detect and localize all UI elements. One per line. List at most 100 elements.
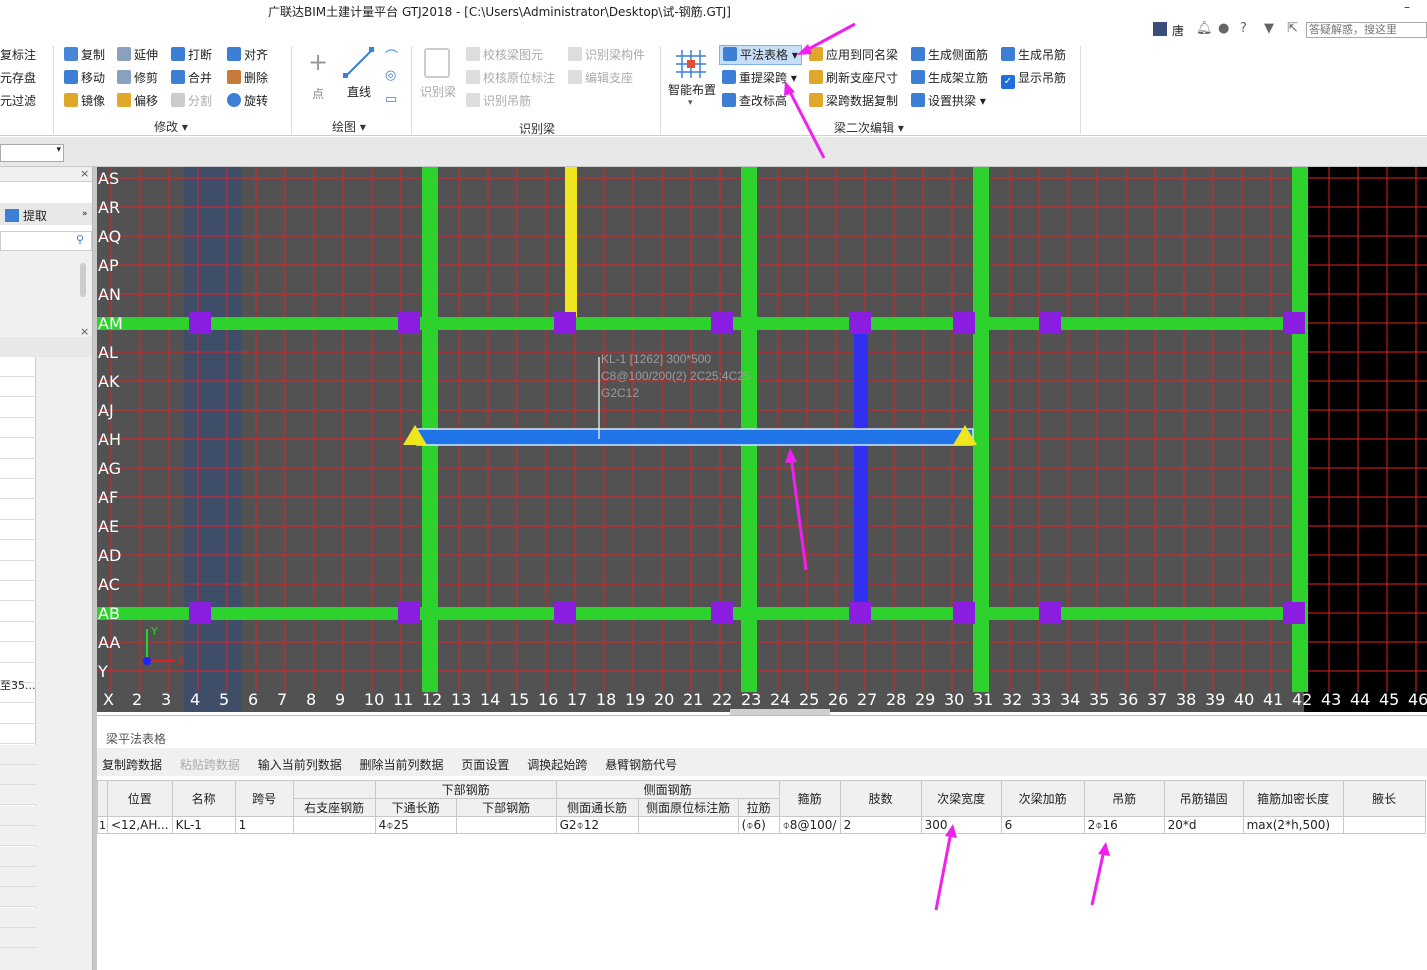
group-label-beam-edit[interactable]: 梁二次编辑 ▾ [834,119,904,136]
property-row[interactable] [0,479,36,500]
property-row[interactable] [0,581,36,602]
user-name[interactable]: 唐 [1172,22,1184,39]
property-row[interactable] [0,439,36,459]
table-row[interactable]: 1 <12,AH... KL-1 1 4⌽25 G2⌽12 (⌽6) ⌽8@10… [97,816,1426,834]
col-header[interactable]: 下部钢筋 [455,798,557,817]
ribbon-item-annotate[interactable]: 复标注 [0,45,36,65]
rectangle-icon[interactable]: ▭ [385,92,397,107]
grid-layer[interactable]: KL-1 [1262] 300*500 C8@100/200(2) 2C25;4C… [97,167,1427,712]
property-row[interactable] [0,928,36,949]
col-header[interactable]: 位置 [107,780,173,817]
table-cell[interactable] [292,816,376,834]
property-row[interactable] [0,418,36,439]
break-button[interactable]: 打断 [171,45,212,65]
identify-hanger-button[interactable]: 识别吊筋 [466,91,531,111]
show-hanger-checkbox[interactable]: ✓ 显示吊筋 [1001,68,1066,89]
property-row[interactable] [0,704,36,724]
delete-column-data-tool[interactable]: 删除当前列数据 [360,758,444,772]
apply-same-name-button[interactable]: 应用到同名梁 [809,45,898,65]
property-row[interactable] [0,643,36,663]
table-cell[interactable] [455,816,557,834]
mirror-button[interactable]: 镜像 [64,91,105,111]
circle-icon[interactable]: ◎ [385,68,396,83]
property-row[interactable] [0,561,36,581]
offset-button[interactable]: 偏移 [117,91,158,111]
property-row[interactable] [0,520,36,541]
gen-erection-bar-button[interactable]: 生成架立筋 [911,68,988,88]
extend-button[interactable]: 延伸 [117,45,158,65]
property-row[interactable] [0,765,36,785]
group-label-modify[interactable]: 修改 ▾ [154,118,188,135]
property-row[interactable] [0,805,36,826]
property-row[interactable] [0,602,36,622]
table-cell[interactable]: (⌽6) [737,816,780,834]
identify-beam-icon[interactable] [424,48,450,78]
table-cell[interactable]: <12,AH... [107,816,173,834]
col-header[interactable]: 箍筋加密长度 [1242,780,1344,817]
table-cell[interactable]: G2⌽12 [555,816,639,834]
property-row[interactable] [0,377,36,398]
avatar[interactable] [1153,22,1167,36]
table-cell[interactable]: max(2*h,500) [1242,816,1344,834]
property-row[interactable] [0,867,36,887]
col-header[interactable]: 吊筋 [1083,780,1165,817]
smart-layout-icon[interactable] [674,48,708,80]
table-cell[interactable]: 300 [920,816,1002,834]
property-row[interactable] [0,846,36,867]
table-cell[interactable] [1342,816,1426,834]
scrollbar-thumb[interactable] [80,263,86,297]
col-header[interactable]: 肢数 [839,780,922,817]
property-row[interactable] [0,357,36,377]
table-cell[interactable]: 2 [839,816,922,834]
identify-beam-label[interactable]: 识别梁 [420,82,456,102]
col-header[interactable]: 侧面通长筋 [555,798,639,817]
copy-button[interactable]: 复制 [64,45,105,65]
col-header[interactable]: 右支座钢筋 [292,798,376,817]
re-extract-span-button[interactable]: 重提梁跨 ▾ [722,68,797,88]
col-header[interactable]: 下通长筋 [374,798,457,817]
edit-support-button[interactable]: 编辑支座 [568,68,633,88]
cantilever-code-tool[interactable]: 悬臂钢筋代号 [605,758,677,772]
pingfa-table-button[interactable]: 平法表格 ▾ [719,45,802,65]
split-button[interactable]: 分割 [171,91,212,111]
property-row[interactable] [0,398,36,418]
shirt-icon[interactable]: ▼ [1264,21,1274,36]
trim-button[interactable]: 修剪 [117,68,158,88]
property-row[interactable] [0,622,36,643]
property-row[interactable] [0,744,36,765]
swap-start-span-tool[interactable]: 调换起始跨 [527,758,587,772]
ribbon-item-save[interactable]: 元存盘 [0,68,36,88]
col-header[interactable]: 拉筋 [737,798,780,817]
copy-span-data-tool[interactable]: 复制跨数据 [102,758,162,772]
property-row[interactable] [0,785,36,806]
merge-button[interactable]: 合并 [171,68,212,88]
smart-layout-dropdown-icon[interactable]: ▾ [688,98,693,108]
table-cell[interactable]: 1 [234,816,294,834]
property-row[interactable] [0,887,36,908]
col-header[interactable]: 名称 [171,780,236,817]
col-header[interactable]: 跨号 [234,780,294,817]
col-header[interactable]: 箍筋 [778,780,841,817]
col-header[interactable]: 次梁宽度 [920,780,1002,817]
property-row[interactable] [0,541,36,561]
line-icon[interactable] [342,46,376,80]
minimize-button[interactable]: – [1392,0,1422,20]
col-header[interactable]: 次梁加筋 [1000,780,1085,817]
col-header[interactable]: 腋长 [1342,780,1426,817]
input-column-data-tool[interactable]: 输入当前列数据 [258,758,342,772]
gen-side-bar-button[interactable]: 生成侧面筋 [911,45,988,65]
property-row[interactable] [0,459,36,479]
help-icon[interactable]: ? [1240,21,1247,36]
gen-hanger-button[interactable]: 生成吊筋 [1001,45,1066,65]
table-cell[interactable]: 20*d [1163,816,1244,834]
property-row[interactable] [0,826,36,847]
export-icon[interactable]: ⇱ [1287,21,1298,36]
paste-span-data-tool[interactable]: 粘贴跨数据 [180,758,240,772]
align-button[interactable]: 对齐 [227,45,268,65]
panel-drag-handle[interactable] [730,709,830,715]
table-cell[interactable] [637,816,739,834]
table-cell[interactable]: ⌽8@100/ [778,816,841,834]
table-cell[interactable]: 2⌽16 [1083,816,1165,834]
copy-span-data-button[interactable]: 梁跨数据复制 [809,91,898,111]
property-row[interactable] [0,500,36,520]
